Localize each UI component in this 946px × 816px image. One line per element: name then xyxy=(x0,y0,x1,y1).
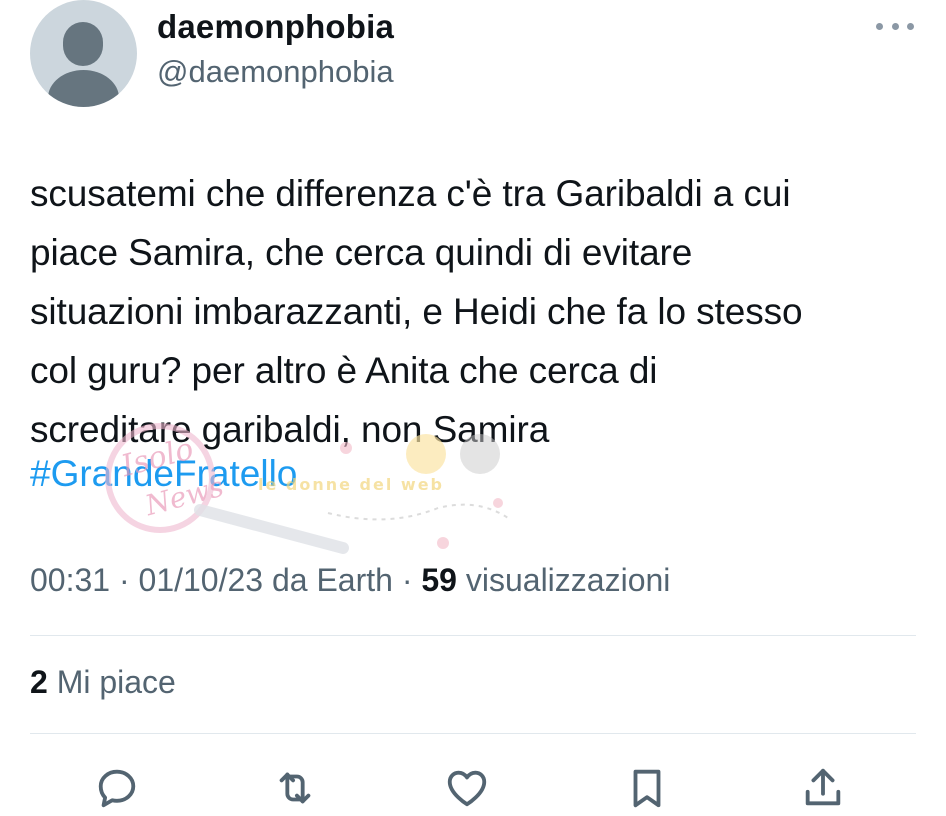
retweet-button[interactable] xyxy=(272,765,322,813)
action-bar xyxy=(0,757,946,808)
divider xyxy=(30,733,916,734)
likes-count: 2 xyxy=(30,664,48,700)
views-label: visualizzazioni xyxy=(456,562,671,598)
author-display-name[interactable]: daemonphobia xyxy=(157,8,394,46)
like-button[interactable] xyxy=(444,765,494,813)
retweet-icon xyxy=(279,772,311,804)
share-button[interactable] xyxy=(800,765,850,813)
bookmark-icon xyxy=(633,769,661,808)
tweet-date[interactable]: 01/10/23 xyxy=(139,562,264,598)
tweet-time[interactable]: 00:31 xyxy=(30,562,110,598)
views-count: 59 xyxy=(421,562,457,598)
reply-icon xyxy=(98,769,136,808)
hashtag-link[interactable]: #GrandeFratello xyxy=(30,444,297,503)
tweet-source: da Earth xyxy=(263,562,393,598)
tweet-text: scusatemi che differenza c'è tra Garibal… xyxy=(30,173,803,450)
divider xyxy=(30,635,916,636)
bookmark-button[interactable] xyxy=(624,765,674,813)
heart-icon xyxy=(447,770,487,807)
likes-label: Mi piace xyxy=(47,664,176,700)
reply-button[interactable] xyxy=(94,765,144,813)
share-icon xyxy=(805,768,841,806)
tweet-meta: 00:31 · 01/10/23 da Earth · 59 visualizz… xyxy=(30,562,671,598)
avatar[interactable] xyxy=(30,0,137,107)
likes-stat[interactable]: 2 Mi piace xyxy=(30,664,176,701)
default-avatar-icon xyxy=(63,22,103,66)
more-options-icon[interactable] xyxy=(876,16,914,36)
author-handle[interactable]: @daemonphobia xyxy=(157,54,394,90)
